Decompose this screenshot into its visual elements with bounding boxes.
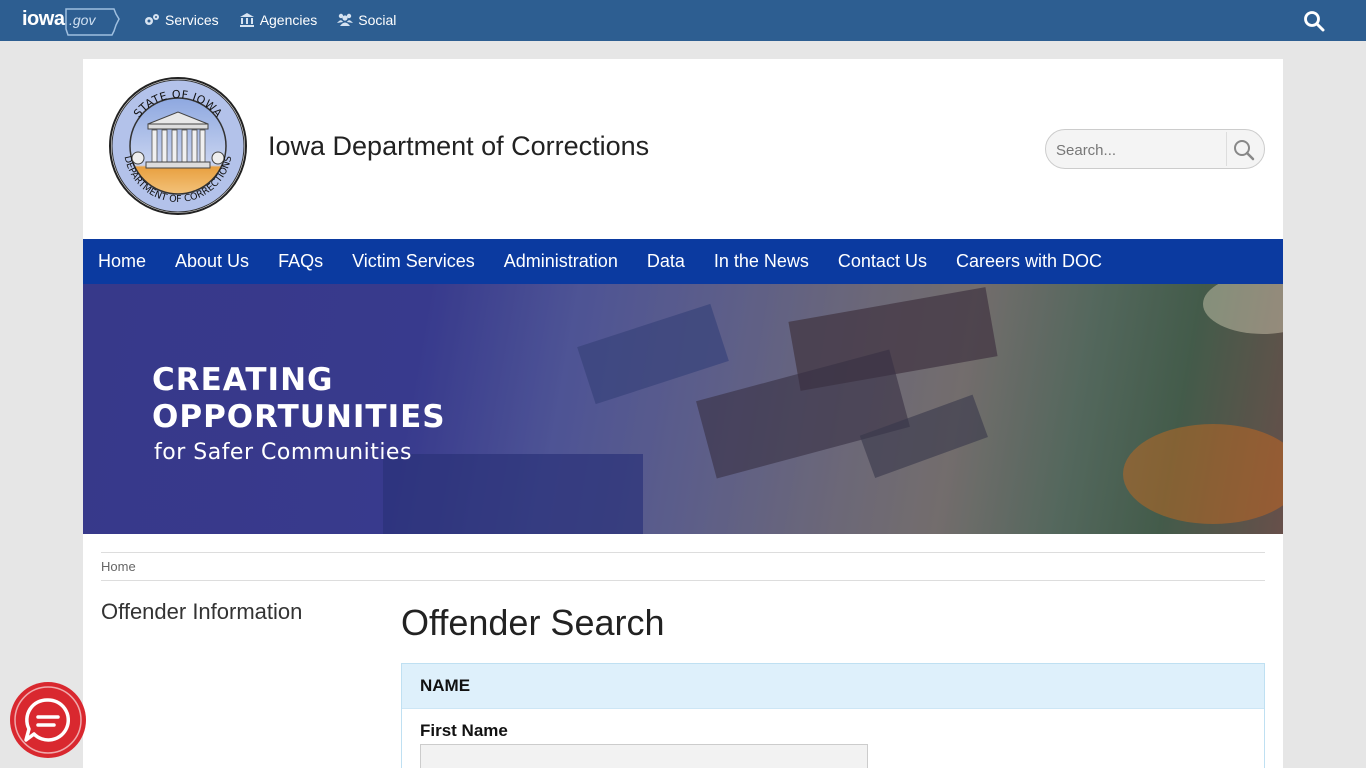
page-title: Offender Search [401,602,665,643]
main-nav: Home About Us FAQs Victim Services Admin… [83,239,1283,284]
gears-icon [145,14,159,25]
sidebar-title[interactable]: Offender Information [101,599,302,625]
top-nav-agencies-label: Agencies [259,12,318,28]
building-icon [239,13,254,27]
nav-administration[interactable]: Administration [504,239,618,284]
site-search-input[interactable] [1056,139,1221,161]
site-search-box [1045,129,1265,169]
search-icon[interactable] [1303,10,1325,32]
top-nav-social-label: Social [358,12,397,28]
nav-victim-services[interactable]: Victim Services [352,239,475,284]
nav-data[interactable]: Data [647,239,685,284]
nav-faqs[interactable]: FAQs [278,239,323,284]
iowa-gov-logo[interactable]: iowa .gov [22,5,120,37]
top-nav-agencies[interactable]: Agencies [239,12,318,28]
nav-contact-us[interactable]: Contact Us [838,239,927,284]
search-divider [1226,132,1227,166]
logo-gov-text: .gov [69,12,96,28]
breadcrumb-home[interactable]: Home [101,559,136,574]
hero-tagline: for Safer Communities [154,440,412,465]
panel-title: NAME [402,664,1264,709]
page-card: STATE OF IOWA DEPARTMENT OF CORRECTIONS … [83,59,1283,768]
department-seal[interactable]: STATE OF IOWA DEPARTMENT OF CORRECTIONS [108,76,248,216]
users-icon [337,13,354,26]
first-name-input[interactable] [420,744,868,768]
name-panel: NAME First Name [401,663,1265,768]
nav-careers[interactable]: Careers with DOC [956,239,1102,284]
nav-about-us[interactable]: About Us [175,239,249,284]
search-icon[interactable] [1232,138,1256,162]
site-title[interactable]: Iowa Department of Corrections [268,131,649,162]
top-nav-services-label: Services [165,12,219,28]
nav-home[interactable]: Home [98,239,146,284]
first-name-label: First Name [420,721,508,740]
chat-bubble-icon [14,686,82,754]
hero-headline-2: OPPORTUNITIES [152,399,446,435]
chat-button[interactable] [10,682,86,758]
breadcrumb: Home [101,552,1265,581]
top-nav: Services Agencies Social [144,12,396,28]
top-bar: iowa .gov Services Agencies Social [0,0,1366,41]
top-nav-social[interactable]: Social [337,12,396,28]
hero-headline-1: CREATING [152,362,334,398]
nav-in-the-news[interactable]: In the News [714,239,809,284]
top-nav-services[interactable]: Services [144,12,219,28]
logo-iowa-text: iowa [22,8,65,30]
hero-banner: CREATING OPPORTUNITIES for Safer Communi… [83,284,1283,534]
